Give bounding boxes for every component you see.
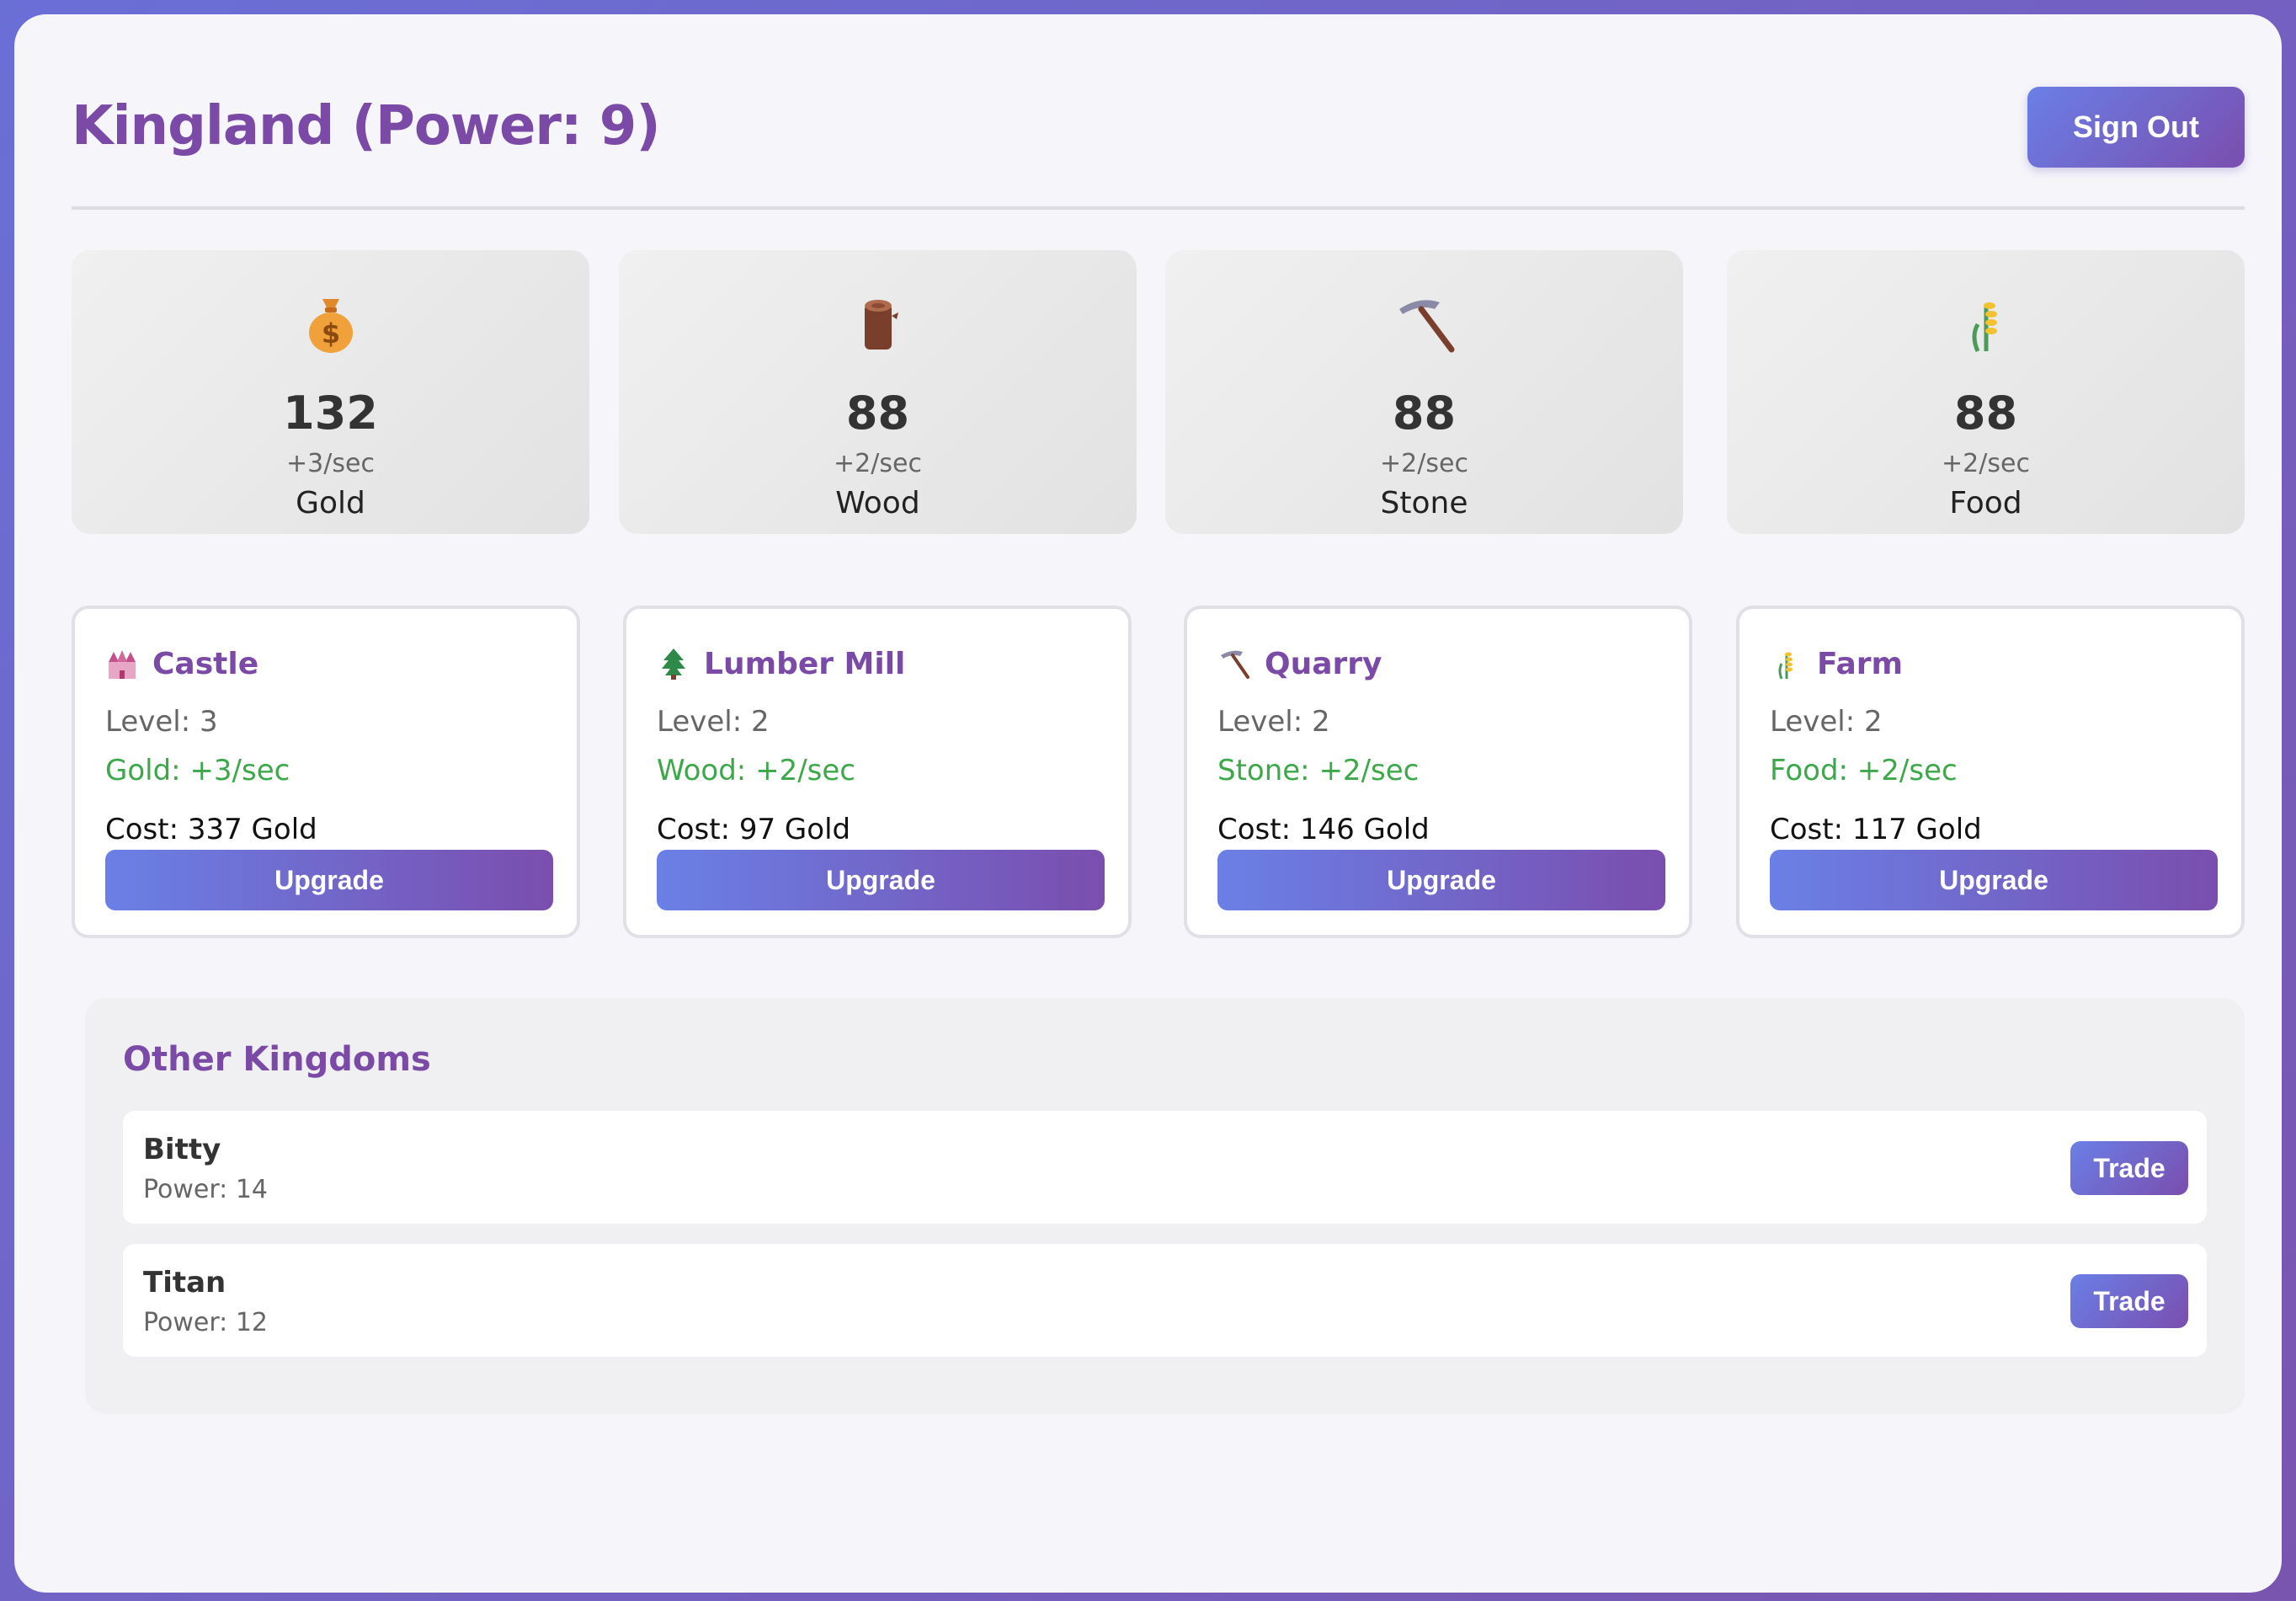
page-title: Kingland (Power: 9) bbox=[72, 95, 661, 157]
buildings: Castle Level: 3 Gold: +3/sec Cost: 337 G… bbox=[72, 606, 2245, 942]
wheat-icon bbox=[1727, 291, 2245, 358]
building-production: Wood: +2/sec bbox=[657, 754, 855, 787]
kingdom-row: Titan Power: 12 Trade bbox=[123, 1244, 2207, 1357]
resource-card-gold: $ 132 +3/sec Gold bbox=[72, 250, 589, 534]
resource-summary: $ 132 +3/sec Gold 88 +2/sec Wood 88 +2/s… bbox=[72, 250, 2245, 536]
upgrade-button-quarry[interactable]: Upgrade bbox=[1217, 850, 1665, 910]
sign-out-button[interactable]: Sign Out bbox=[2027, 87, 2245, 168]
building-cost: Cost: 117 Gold bbox=[1770, 813, 1982, 846]
kingdom-power: Power: 14 bbox=[143, 1175, 268, 1204]
main-panel: Kingland (Power: 9) Sign Out $ 132 +3/se… bbox=[14, 14, 2282, 1593]
building-name: Farm bbox=[1817, 646, 1904, 681]
wood-rate: +2/sec bbox=[834, 449, 922, 478]
stone-label: Stone bbox=[1380, 486, 1468, 520]
stone-rate: +2/sec bbox=[1380, 449, 1468, 478]
building-level: Level: 3 bbox=[105, 705, 218, 739]
resource-card-stone: 88 +2/sec Stone bbox=[1165, 250, 1683, 534]
building-card-farm: Farm Level: 2 Food: +2/sec Cost: 117 Gol… bbox=[1736, 606, 2245, 938]
building-cost: Cost: 337 Gold bbox=[105, 813, 317, 846]
stone-amount: 88 bbox=[1392, 387, 1457, 440]
building-card-castle: Castle Level: 3 Gold: +3/sec Cost: 337 G… bbox=[72, 606, 580, 938]
food-label: Food bbox=[1949, 486, 2022, 520]
upgrade-button-farm[interactable]: Upgrade bbox=[1770, 850, 2218, 910]
wood-label: Wood bbox=[835, 486, 920, 520]
wheat-icon bbox=[1770, 647, 1803, 680]
food-rate: +2/sec bbox=[1942, 449, 2030, 478]
castle-icon bbox=[105, 647, 139, 680]
building-production: Food: +2/sec bbox=[1770, 754, 1958, 787]
other-kingdoms-section: Other Kingdoms Bitty Power: 14 Trade Tit… bbox=[85, 998, 2245, 1414]
wood-amount: 88 bbox=[845, 387, 910, 440]
building-card-lumber-mill: Lumber Mill Level: 2 Wood: +2/sec Cost: … bbox=[623, 606, 1132, 938]
resource-card-food: 88 +2/sec Food bbox=[1727, 250, 2245, 534]
building-name: Castle bbox=[152, 646, 259, 681]
resource-card-wood: 88 +2/sec Wood bbox=[619, 250, 1137, 534]
building-name: Lumber Mill bbox=[704, 646, 906, 681]
building-level: Level: 2 bbox=[1770, 705, 1883, 739]
building-level: Level: 2 bbox=[1217, 705, 1330, 739]
building-cost: Cost: 146 Gold bbox=[1217, 813, 1430, 846]
pickaxe-icon bbox=[1165, 291, 1683, 358]
wood-log-icon bbox=[619, 291, 1137, 358]
kingdom-row: Bitty Power: 14 Trade bbox=[123, 1111, 2207, 1224]
kingdom-power: Power: 12 bbox=[143, 1308, 268, 1337]
food-amount: 88 bbox=[1953, 387, 2018, 440]
trade-button[interactable]: Trade bbox=[2070, 1141, 2188, 1195]
building-level: Level: 2 bbox=[657, 705, 770, 739]
building-cost: Cost: 97 Gold bbox=[657, 813, 851, 846]
money-bag-icon: $ bbox=[72, 291, 589, 358]
trade-button[interactable]: Trade bbox=[2070, 1274, 2188, 1328]
building-production: Stone: +2/sec bbox=[1217, 754, 1420, 787]
header: Kingland (Power: 9) Sign Out bbox=[72, 73, 2245, 210]
section-title: Other Kingdoms bbox=[123, 1040, 431, 1079]
kingdom-name: Bitty bbox=[143, 1133, 221, 1166]
kingdom-name: Titan bbox=[143, 1266, 226, 1299]
upgrade-button-lumber-mill[interactable]: Upgrade bbox=[657, 850, 1105, 910]
gold-rate: +3/sec bbox=[286, 449, 375, 478]
gold-amount: 132 bbox=[283, 387, 378, 440]
building-name: Quarry bbox=[1265, 646, 1382, 681]
building-production: Gold: +3/sec bbox=[105, 754, 290, 787]
upgrade-button-castle[interactable]: Upgrade bbox=[105, 850, 553, 910]
svg-text:$: $ bbox=[321, 318, 339, 350]
tree-icon bbox=[657, 647, 690, 680]
pickaxe-icon bbox=[1217, 647, 1251, 680]
gold-label: Gold bbox=[296, 486, 365, 520]
building-card-quarry: Quarry Level: 2 Stone: +2/sec Cost: 146 … bbox=[1184, 606, 1692, 938]
